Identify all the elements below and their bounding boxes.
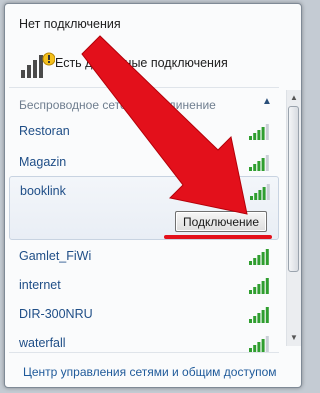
status-subtitle: Есть доступные подключения [55, 56, 228, 70]
wifi-warning-icon [21, 52, 55, 78]
signal-bar [249, 136, 252, 140]
network-name: Restoran [19, 124, 70, 138]
signal-bar [265, 278, 269, 294]
signal-bar [261, 281, 265, 294]
signal-bar [261, 310, 265, 323]
network-name: DIR-300NRU [19, 307, 93, 321]
signal-bar [254, 193, 258, 200]
status-title: Нет подключения [19, 17, 121, 31]
scroll-up-arrow-icon[interactable]: ▲ [289, 92, 299, 104]
signal-bar [261, 252, 265, 265]
network-item-magazin[interactable]: Magazin [9, 148, 279, 177]
network-name: waterfall [19, 336, 66, 350]
scroll-down-arrow-icon[interactable]: ▼ [289, 332, 299, 344]
signal-bar [249, 290, 252, 294]
divider [9, 87, 279, 88]
signal-strength-icon [249, 155, 269, 171]
network-name: Magazin [19, 155, 67, 169]
network-item-booklink[interactable]: booklink Подключение [9, 176, 279, 240]
signal-bar [266, 184, 270, 200]
signal-bar [257, 161, 261, 171]
network-name: internet [19, 278, 61, 292]
signal-strength-icon [249, 307, 269, 323]
signal-bar [265, 307, 269, 323]
signal-strength-icon [249, 336, 269, 352]
network-item-dir-300nru[interactable]: DIR-300NRU [9, 300, 279, 329]
signal-bar [257, 255, 261, 265]
divider [9, 352, 279, 353]
signal-bar [257, 342, 261, 352]
network-item-gamlet-fiwi[interactable]: Gamlet_FiWi [9, 242, 279, 271]
signal-bar [253, 345, 257, 352]
signal-bar [250, 196, 253, 200]
signal-bar [257, 130, 261, 140]
signal-bar [249, 319, 252, 323]
signal-strength-icon [250, 184, 270, 200]
signal-bar [253, 316, 257, 323]
signal-bar [262, 187, 266, 200]
red-underline-annotation [164, 235, 272, 239]
signal-strength-icon [249, 249, 269, 265]
network-name: booklink [20, 184, 66, 198]
network-item-internet[interactable]: internet [9, 271, 279, 300]
signal-bar [265, 155, 269, 171]
signal-bar [249, 261, 252, 265]
signal-bar [253, 258, 257, 265]
signal-bar [257, 284, 261, 294]
scrollbar[interactable]: ▲ ▼ [286, 90, 301, 346]
network-item-waterfall[interactable]: waterfall [9, 329, 279, 358]
network-center-link[interactable]: Центр управления сетями и общим доступом [23, 365, 277, 379]
network-name: Gamlet_FiWi [19, 249, 92, 263]
signal-bar [253, 133, 257, 140]
signal-bar [253, 287, 257, 294]
connect-button[interactable]: Подключение [175, 211, 267, 232]
network-popup: Нет подключения Есть доступные подключен… [4, 3, 302, 388]
chevron-up-icon[interactable]: ▲ [262, 96, 272, 107]
signal-bar [261, 127, 265, 140]
signal-strength-icon [249, 278, 269, 294]
signal-bar [265, 124, 269, 140]
scrollbar-thumb[interactable] [288, 106, 299, 272]
signal-bar [261, 339, 265, 352]
network-item-restoran[interactable]: Restoran [9, 117, 279, 146]
signal-bar [249, 167, 252, 171]
signal-bar [257, 313, 261, 323]
section-header: Беспроводное сетевое соединение [19, 98, 216, 112]
signal-bar [265, 249, 269, 265]
signal-bar [261, 158, 265, 171]
signal-bar [265, 336, 269, 352]
signal-bar [258, 190, 262, 200]
signal-bar [253, 164, 257, 171]
signal-strength-icon [249, 124, 269, 140]
